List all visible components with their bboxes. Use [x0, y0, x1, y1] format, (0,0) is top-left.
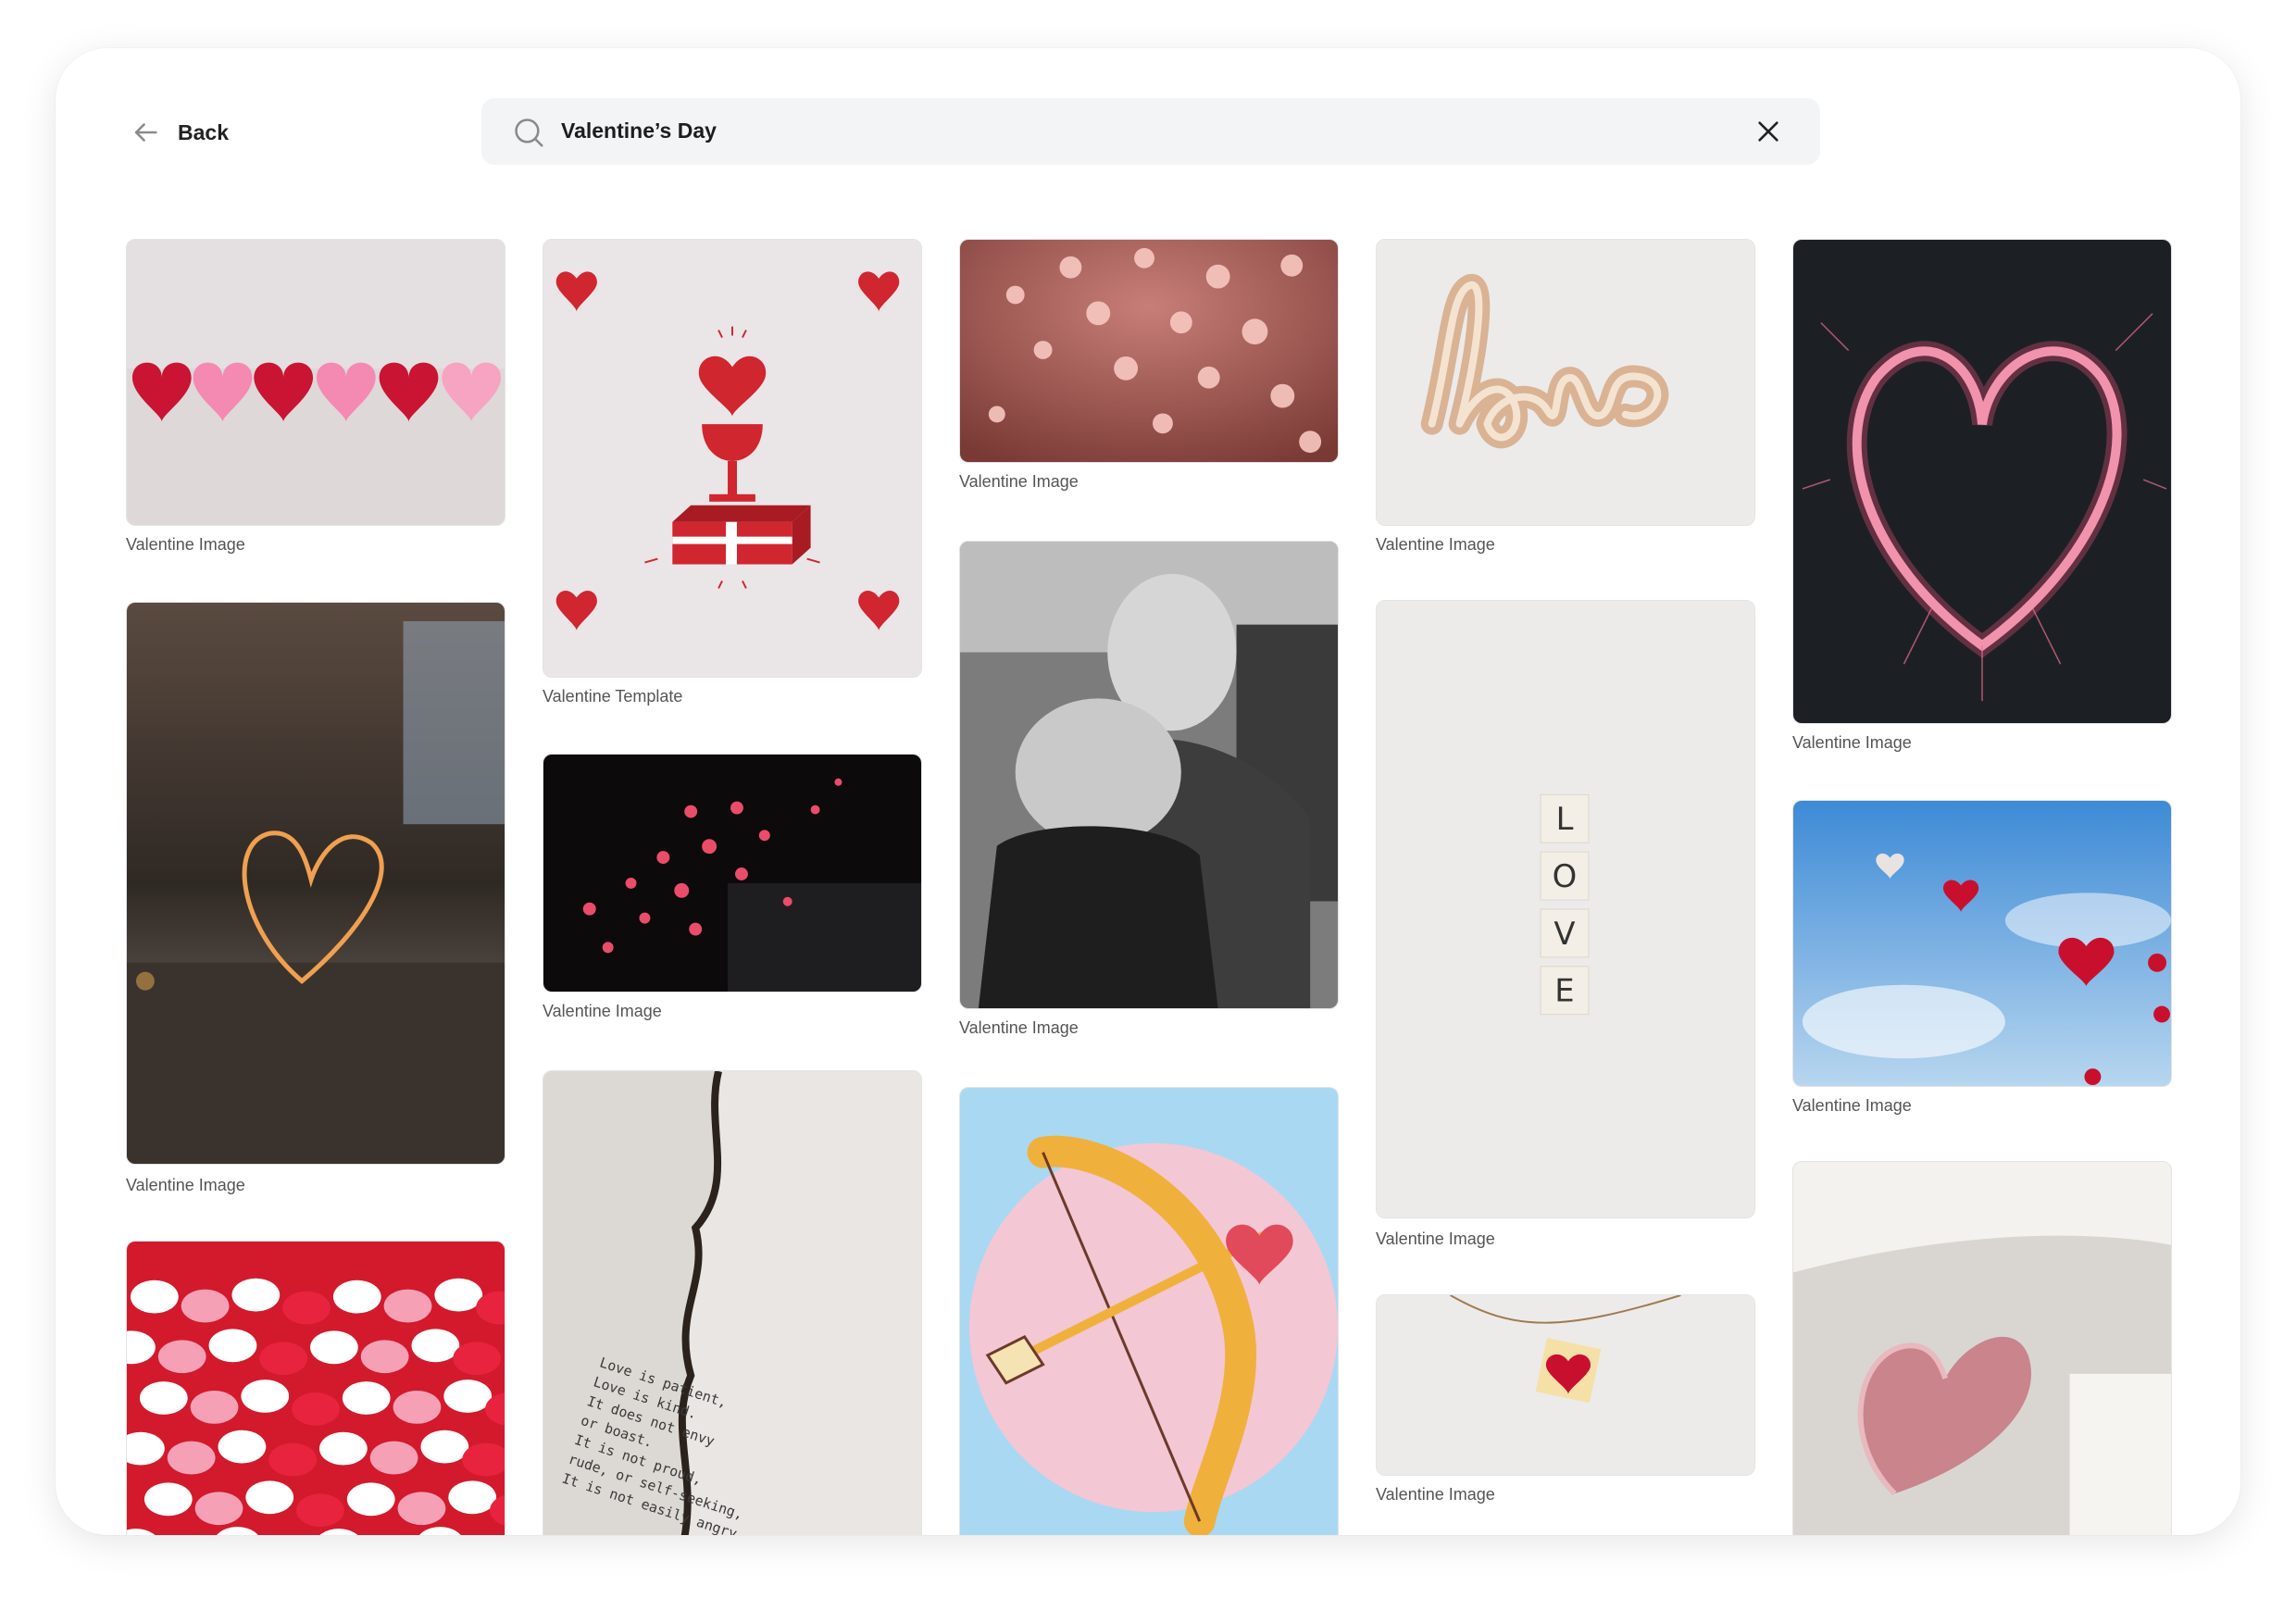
heart-gift-card-template — [543, 239, 922, 678]
app-window: Back Valentine’s Day Valentine Image Val… — [56, 48, 2240, 1535]
pink-heart-balloon-image — [1792, 1161, 2172, 1535]
light-heart-sparkles-image — [1792, 239, 2172, 724]
scrabble-letter: E — [1554, 973, 1574, 1009]
tile-caption: Valentine Image — [1792, 733, 1912, 752]
tile-caption: Valentine Template — [543, 687, 683, 705]
tile-caption: Valentine Image — [1376, 535, 1495, 554]
heart-balloons-sky-image — [1792, 800, 2172, 1087]
heart-bokeh-dark-image — [543, 754, 922, 993]
elderly-couple-kiss-image — [959, 541, 1339, 1009]
tile-caption: Valentine Image — [126, 535, 245, 554]
search-bar[interactable]: Valentine’s Day — [481, 98, 1820, 165]
burnt-love-letter-image: Love is patient, Love is kind. It does n… — [543, 1070, 922, 1535]
tile-caption: Valentine Image — [1376, 1485, 1495, 1504]
close-icon[interactable] — [1755, 119, 1781, 144]
cupid-bow-illustration — [959, 1087, 1339, 1535]
scrabble-letter: L — [1556, 801, 1574, 837]
candy-hearts-image — [126, 1241, 505, 1535]
hanging-heart-note-image — [1376, 1294, 1755, 1476]
scrabble-letter: O — [1553, 858, 1578, 894]
sparkler-heart-image — [126, 602, 505, 1165]
search-input[interactable]: Valentine’s Day — [561, 119, 717, 144]
tile-caption: Valentine Image — [959, 1018, 1079, 1037]
scrabble-love-tiles-image: L O V E — [1376, 600, 1755, 1218]
back-button[interactable]: Back — [130, 113, 229, 152]
tile-caption: Valentine Image — [543, 1002, 662, 1020]
back-label: Back — [178, 119, 229, 144]
search-icon — [515, 119, 543, 147]
pink-heart-bokeh-image — [959, 239, 1339, 463]
tile-caption: Valentine Image — [1792, 1096, 1912, 1115]
tile-caption: Valentine Image — [1376, 1230, 1495, 1248]
love-balloon-image — [1376, 239, 1755, 526]
tile-caption: Valentine Image — [126, 1176, 245, 1194]
scrabble-letter: V — [1554, 916, 1575, 952]
tile-caption: Valentine Image — [959, 472, 1079, 491]
arrow-left-icon — [134, 123, 157, 142]
paper-hearts-row-image — [126, 239, 505, 526]
